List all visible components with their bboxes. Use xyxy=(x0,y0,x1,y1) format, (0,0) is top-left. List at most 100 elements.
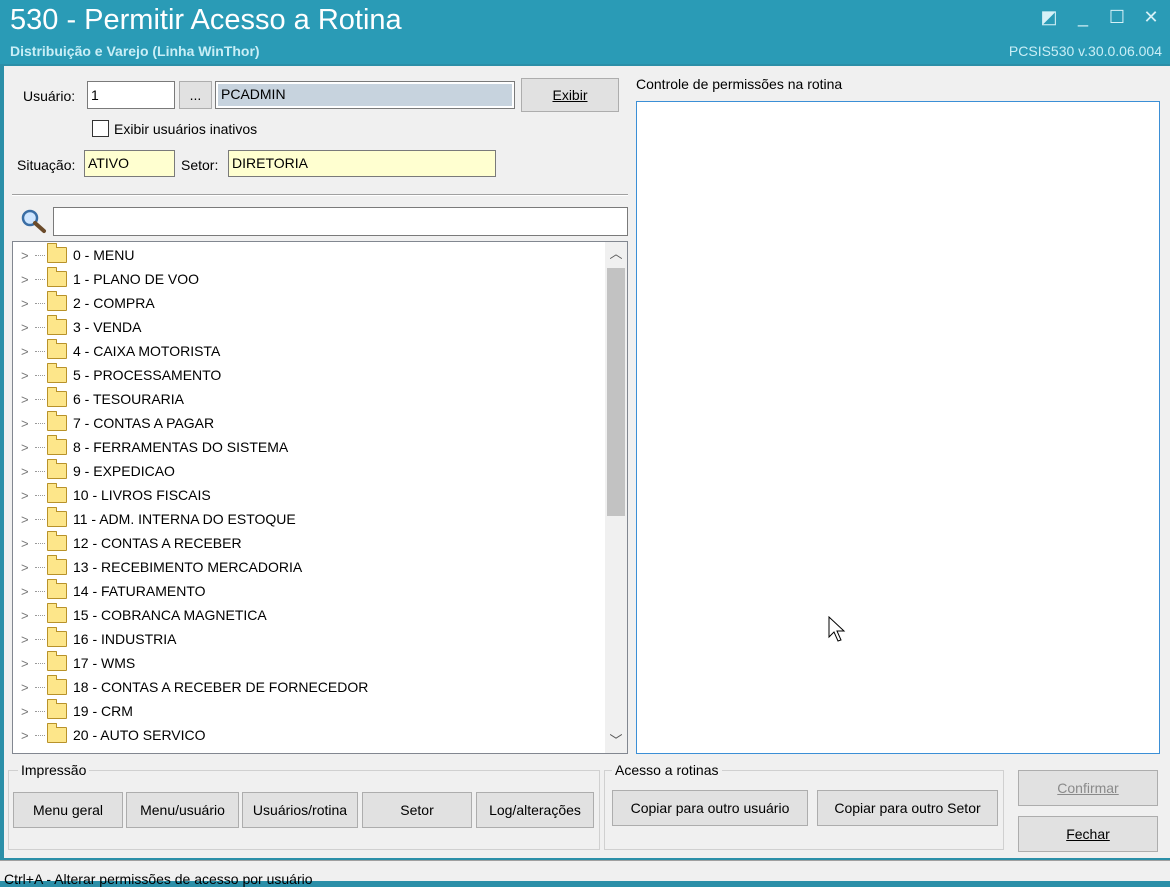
chevron-right-icon[interactable]: > xyxy=(21,392,35,407)
tree-item[interactable]: >15 - COBRANCA MAGNETICA xyxy=(21,603,267,627)
tree-connector xyxy=(35,566,45,568)
tree-item[interactable]: >10 - LIVROS FISCAIS xyxy=(21,483,211,507)
tree-item[interactable]: >4 - CAIXA MOTORISTA xyxy=(21,339,220,363)
tree-item[interactable]: >19 - CRM xyxy=(21,699,133,723)
log-changes-button[interactable]: Log/alterações xyxy=(476,792,594,828)
folder-icon xyxy=(47,603,67,623)
window-title: 530 - Permitir Acesso a Rotina xyxy=(10,4,402,36)
chevron-right-icon[interactable]: > xyxy=(21,416,35,431)
tree-item-label: 9 - EXPEDICAO xyxy=(73,463,175,479)
chevron-right-icon[interactable]: > xyxy=(21,656,35,671)
chevron-right-icon[interactable]: > xyxy=(21,440,35,455)
folder-icon xyxy=(47,699,67,719)
user-id-input[interactable]: 1 xyxy=(87,81,175,109)
tree-item[interactable]: >20 - AUTO SERVICO xyxy=(21,723,206,747)
chevron-right-icon[interactable]: > xyxy=(21,488,35,503)
routine-tree[interactable]: >0 - MENU >1 - PLANO DE VOO >2 - COMPRA >3 … xyxy=(12,241,628,754)
confirm-button[interactable]: Confirmar xyxy=(1018,770,1158,806)
tree-item[interactable]: >0 - MENU xyxy=(21,243,134,267)
copy-to-user-button[interactable]: Copiar para outro usuário xyxy=(612,790,808,826)
permissions-panel[interactable] xyxy=(636,101,1160,754)
tree-item[interactable]: >17 - WMS xyxy=(21,651,135,675)
tree-item[interactable]: >18 - CONTAS A RECEBER DE FORNECEDOR xyxy=(21,675,368,699)
confirm-button-label: Confirmar xyxy=(1057,780,1119,796)
scroll-up-icon[interactable]: ︿ xyxy=(605,242,627,266)
folder-icon xyxy=(47,555,67,575)
folder-icon xyxy=(47,315,67,335)
tree-item[interactable]: >1 - PLANO DE VOO xyxy=(21,267,199,291)
chevron-right-icon[interactable]: > xyxy=(21,632,35,647)
status-bar: Ctrl+A - Alterar permissões de acesso po… xyxy=(0,860,1170,887)
close-button[interactable]: Fechar xyxy=(1018,816,1158,852)
chevron-right-icon[interactable]: > xyxy=(21,464,35,479)
tree-item-label: 1 - PLANO DE VOO xyxy=(73,271,200,287)
user-name-field: PCADMIN xyxy=(215,81,515,109)
tree-connector xyxy=(35,734,45,736)
chevron-right-icon[interactable]: > xyxy=(21,320,35,335)
chevron-right-icon[interactable]: > xyxy=(21,344,35,359)
tree-item[interactable]: >6 - TESOURARIA xyxy=(21,387,184,411)
tree-item-label: 11 - ADM. INTERNA DO ESTOQUE xyxy=(73,511,296,527)
tree-connector xyxy=(35,614,45,616)
folder-icon xyxy=(47,267,67,287)
chevron-right-icon[interactable]: > xyxy=(21,584,35,599)
tree-item[interactable]: >8 - FERRAMENTAS DO SISTEMA xyxy=(21,435,288,459)
close-button-label: Fechar xyxy=(1066,826,1110,842)
tree-item-label: 17 - WMS xyxy=(73,655,136,671)
tree-item[interactable]: >12 - CONTAS A RECEBER xyxy=(21,531,242,555)
folder-icon xyxy=(47,363,67,383)
chevron-right-icon[interactable]: > xyxy=(21,560,35,575)
copy-to-sector-button[interactable]: Copiar para outro Setor xyxy=(817,790,998,826)
tree-item[interactable]: >14 - FATURAMENTO xyxy=(21,579,206,603)
show-inactive-checkbox[interactable] xyxy=(92,120,109,137)
chevron-right-icon[interactable]: > xyxy=(21,296,35,311)
menu-user-button[interactable]: Menu/usuário xyxy=(126,792,239,828)
close-icon[interactable]: ✕ xyxy=(1140,6,1162,28)
tree-item[interactable]: >3 - VENDA xyxy=(21,315,141,339)
users-routine-button[interactable]: Usuários/rotina xyxy=(242,792,358,828)
folder-icon xyxy=(47,387,67,407)
sector-print-button[interactable]: Setor xyxy=(362,792,472,828)
show-inactive-label: Exibir usuários inativos xyxy=(114,121,258,137)
tree-item[interactable]: >11 - ADM. INTERNA DO ESTOQUE xyxy=(21,507,296,531)
tree-item[interactable]: >7 - CONTAS A PAGAR xyxy=(21,411,214,435)
tree-item[interactable]: >5 - PROCESSAMENTO xyxy=(21,363,221,387)
tree-item-label: 7 - CONTAS A PAGAR xyxy=(73,415,215,431)
tree-scrollbar[interactable]: ︿ ﹀ xyxy=(605,242,627,753)
folder-icon xyxy=(47,291,67,311)
chevron-right-icon[interactable]: > xyxy=(21,512,35,527)
maximize-icon[interactable]: ☐ xyxy=(1106,6,1128,28)
menu-general-button[interactable]: Menu geral xyxy=(13,792,123,828)
printing-group-title: Impressão xyxy=(18,762,90,778)
tree-item[interactable]: >2 - COMPRA xyxy=(21,291,155,315)
tree-connector xyxy=(35,638,45,640)
folder-icon xyxy=(47,339,67,359)
show-button[interactable]: Exibir xyxy=(521,78,619,112)
folder-icon xyxy=(47,579,67,599)
chevron-right-icon[interactable]: > xyxy=(21,248,35,263)
tree-connector xyxy=(35,518,45,520)
tree-connector xyxy=(35,326,45,328)
tree-connector xyxy=(35,278,45,280)
chevron-right-icon[interactable]: > xyxy=(21,368,35,383)
tree-item-label: 15 - COBRANCA MAGNETICA xyxy=(73,607,267,623)
folder-icon xyxy=(47,531,67,551)
tree-item[interactable]: >13 - RECEBIMENTO MERCADORIA xyxy=(21,555,302,579)
restore-icon[interactable]: ◩ xyxy=(1038,6,1060,28)
tree-connector xyxy=(35,374,45,376)
minimize-icon[interactable]: _ xyxy=(1072,6,1094,28)
scroll-down-icon[interactable]: ﹀ xyxy=(605,729,627,753)
chevron-right-icon[interactable]: > xyxy=(21,536,35,551)
user-name-value: PCADMIN xyxy=(218,84,512,106)
browse-user-button[interactable]: ... xyxy=(179,81,212,109)
chevron-right-icon[interactable]: > xyxy=(21,272,35,287)
search-input[interactable] xyxy=(53,207,628,236)
chevron-right-icon[interactable]: > xyxy=(21,728,35,743)
chevron-right-icon[interactable]: > xyxy=(21,608,35,623)
scroll-thumb[interactable] xyxy=(607,268,625,516)
chevron-right-icon[interactable]: > xyxy=(21,704,35,719)
tree-item[interactable]: >9 - EXPEDICAO xyxy=(21,459,175,483)
chevron-right-icon[interactable]: > xyxy=(21,680,35,695)
tree-item[interactable]: >16 - INDUSTRIA xyxy=(21,627,176,651)
folder-icon xyxy=(47,723,67,743)
